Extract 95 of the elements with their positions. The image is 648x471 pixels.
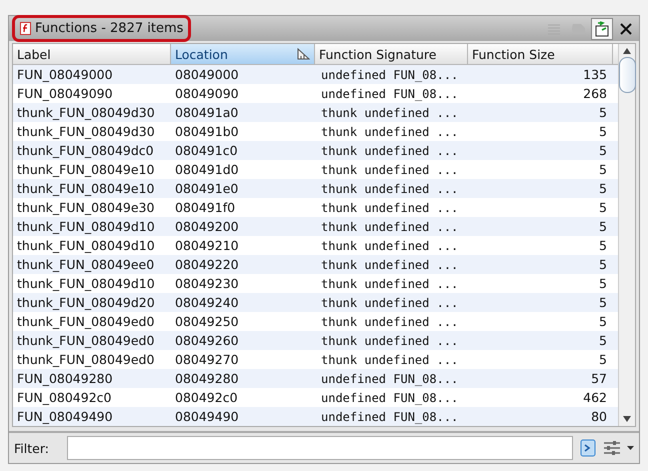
table-cell-text: thunk_FUN_08049e10 [16, 162, 156, 177]
column-header[interactable]: Location [171, 44, 315, 64]
table-cell-text: thunk_FUN_08049e30 [16, 200, 156, 215]
table-cell-text: thunk undefined ... [320, 238, 460, 252]
table-cell-text: 080491c0 [174, 143, 239, 158]
table-cell-text: 5 [598, 352, 608, 367]
table-cell-text: undefined FUN_08... [320, 390, 460, 404]
table-cell-text: thunk undefined ... [320, 106, 460, 120]
table-cell-text: FUN_08049280 [16, 371, 114, 386]
table-cell-text: 08049230 [174, 276, 240, 291]
table-cell-text: thunk_FUN_08049ed0 [16, 333, 156, 348]
table-cell-text: FUN_08049090 [16, 86, 114, 101]
scrollbar[interactable] [618, 44, 635, 426]
table-cell-text: 080491a0 [174, 105, 240, 120]
table-cell-text: thunk undefined ... [320, 124, 460, 138]
table-cell-text: thunk_FUN_08049d10 [16, 276, 156, 291]
table-cell-text: 08049260 [174, 333, 240, 348]
table-cell-text: thunk undefined ... [320, 314, 460, 328]
table-cell-text: thunk undefined ... [320, 144, 460, 158]
table-cell-text: undefined FUN_08... [320, 372, 460, 386]
table-cell-text: 080491d0 [174, 162, 240, 177]
table-cell-text: 08049240 [174, 295, 240, 310]
table-cell-text: 5 [598, 314, 608, 329]
table-cell-text: 08049220 [174, 257, 240, 272]
table-cell-text: 5 [598, 295, 608, 310]
table-cell-text: 08049270 [174, 352, 240, 367]
table-cell-text: 268 [582, 86, 608, 101]
table-cell-text: thunk undefined ... [320, 162, 460, 176]
table-cell-text: thunk undefined ... [320, 334, 460, 348]
table-cell-text: thunk undefined ... [320, 182, 460, 196]
table-cell-text: 5 [598, 162, 608, 177]
function-icon [20, 22, 31, 35]
table-cell-text: 5 [598, 276, 608, 291]
table-cell-text: 5 [598, 200, 608, 215]
table-cell-text: 57 [590, 371, 608, 386]
table-cell-text: FUN_08049490 [16, 409, 114, 424]
table-cell-text: undefined FUN_08... [320, 410, 460, 424]
table-cell-text: 08049090 [174, 86, 240, 101]
script-icon[interactable] [579, 439, 597, 457]
scroll-down-icon[interactable] [623, 416, 631, 422]
filter-settings-icon[interactable] [603, 440, 621, 456]
table-cell-text: 08049000 [174, 67, 240, 82]
table-cell-text: thunk_FUN_08049d30 [16, 105, 156, 120]
table-cell-text: 462 [582, 390, 608, 405]
window-title-text: Functions - 2827 items [35, 21, 184, 36]
table-cell-text: 08049490 [174, 409, 240, 424]
scroll-up-icon[interactable] [623, 48, 631, 54]
table-cell-text: thunk_FUN_08049e10 [16, 181, 156, 196]
table-cell-text: 5 [598, 257, 608, 272]
table-cell-text: 08049280 [174, 371, 240, 386]
table-cell-text: thunk_FUN_08049ed0 [16, 314, 156, 329]
table-cell-text: thunk undefined ... [320, 220, 460, 234]
dropdown-caret-icon[interactable] [627, 446, 634, 450]
table-cell-text: thunk_FUN_08049dc0 [16, 143, 155, 158]
table-cell-text: 080491e0 [174, 181, 240, 196]
table-cell-text: thunk_FUN_08049ee0 [16, 257, 156, 272]
table-cell-text: FUN_08049000 [16, 67, 114, 82]
filter-label: Filter: [14, 440, 49, 456]
table-cell-text: thunk_FUN_08049d30 [16, 124, 156, 139]
table-cell-text: thunk_FUN_08049d10 [16, 238, 156, 253]
sort-icon [297, 48, 310, 60]
table-cell-text: 5 [598, 181, 608, 196]
table-cell-text: thunk undefined ... [320, 352, 460, 366]
table-cell-text: thunk_FUN_08049d20 [16, 295, 156, 310]
column-header[interactable]: Function Signature [315, 44, 468, 64]
table-cell-text: thunk undefined ... [320, 258, 460, 272]
table-cell-text: thunk undefined ... [320, 276, 460, 290]
table-cell-text: 5 [598, 105, 608, 120]
table-cell-text: 5 [598, 333, 608, 348]
table-cell-text: thunk undefined ... [320, 200, 460, 214]
export-button[interactable] [591, 18, 613, 40]
filter-field[interactable] [66, 436, 573, 460]
table-cell-text: 08049250 [174, 314, 240, 329]
table-cell-text: 08049210 [174, 238, 240, 253]
table-cell-text: 5 [598, 143, 608, 158]
table-cell-text: 080492c0 [174, 390, 239, 405]
table-cell-text: FUN_080492c0 [16, 390, 112, 405]
table-cell-text: 5 [598, 219, 608, 234]
table-cell-text: 5 [598, 238, 608, 253]
table-cell-text: thunk_FUN_08049ed0 [16, 352, 156, 367]
export-icon [594, 20, 610, 36]
table-cell-text: 80 [590, 409, 608, 424]
table-cell-text: thunk_FUN_08049d10 [16, 219, 156, 234]
table-cell-text: thunk undefined ... [320, 296, 460, 310]
list-icon [547, 22, 561, 34]
table-cell-text: 5 [598, 124, 608, 139]
table-cell-text: undefined FUN_08... [320, 68, 460, 82]
table-cell-text: undefined FUN_08... [320, 86, 460, 100]
column-header[interactable]: Function Size [468, 44, 613, 64]
table-cell-text: 080491b0 [174, 124, 240, 139]
close-icon [620, 22, 632, 34]
table-cell-text: 080491f0 [174, 200, 236, 215]
table-cell-text: 08049200 [174, 219, 240, 234]
table-cell-text: 135 [582, 67, 608, 82]
scroll-thumb[interactable] [618, 57, 636, 93]
